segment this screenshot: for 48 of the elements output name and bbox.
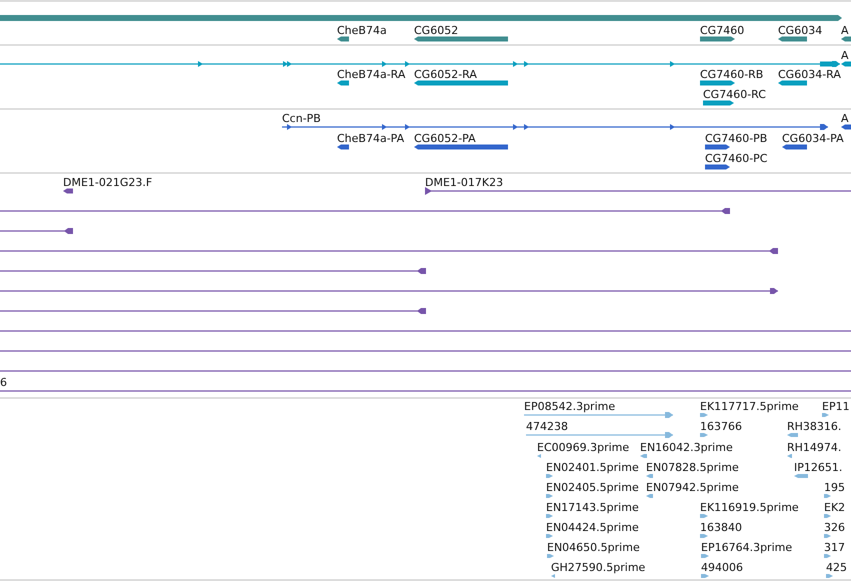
feature-label: RH14974. — [787, 441, 842, 454]
feature-label: 474238 — [526, 420, 568, 433]
feature-label: CG7460-PB — [705, 132, 768, 145]
feature-label: CG6034-PA — [782, 132, 844, 145]
feature-label: EK2 — [824, 501, 846, 514]
feature-label: EN07828.5prime — [646, 461, 739, 474]
feature-label: 317 — [824, 541, 845, 554]
feature-label: 494006 — [701, 561, 743, 574]
feature-label: DME1-021G23.F — [63, 176, 152, 189]
feature-label: EN04424.5prime — [546, 521, 639, 534]
feature-label: GH27590.5prime — [551, 561, 646, 574]
feature-label: CG6034-RA — [778, 68, 841, 81]
feature-label: A — [841, 112, 849, 125]
feature-label: 163840 — [700, 521, 742, 534]
feature-label: CheB74a — [337, 24, 387, 37]
feature-label: 425 — [826, 561, 847, 574]
feature-label: A — [841, 49, 849, 62]
feature-label: CG7460-PC — [705, 152, 768, 165]
feature-label: EN17143.5prime — [546, 501, 639, 514]
feature-label: IP12651. — [794, 461, 842, 474]
feature-label: CG7460 — [700, 24, 744, 37]
feature-label: CG6052-RA — [414, 68, 477, 81]
feature-label: CG6034 — [778, 24, 822, 37]
feature-label: EK117717.5prime — [700, 400, 799, 413]
feature-label: CG7460-RB — [700, 68, 764, 81]
feature-label: EN07942.5prime — [646, 481, 739, 494]
feature-label: EC00969.3prime — [537, 441, 630, 454]
feature-label: 195 — [824, 481, 845, 494]
feature-label: EN16042.3prime — [640, 441, 733, 454]
feature-label: EK116919.5prime — [700, 501, 799, 514]
feature-label: 326 — [824, 521, 845, 534]
feature-label: EN02405.5prime — [546, 481, 639, 494]
feature-label: CG6052-PA — [414, 132, 476, 145]
feature-label: CG6052 — [414, 24, 458, 37]
feature-label: EP11 — [822, 400, 850, 413]
feature-label: EP08542.3prime — [524, 400, 616, 413]
feature-label: RH38316. — [787, 420, 842, 433]
feature-label: EN02401.5prime — [546, 461, 639, 474]
feature-label: EN04650.5prime — [547, 541, 640, 554]
feature-label: 163766 — [700, 420, 742, 433]
feature-label: CG7460-RC — [703, 88, 766, 101]
feature-label: CheB74a-RA — [337, 68, 406, 81]
feature-label: A — [841, 24, 849, 37]
feature-label: Ccn-PB — [282, 112, 321, 125]
feature-label: 6 — [0, 376, 7, 389]
feature-label: EP16764.3prime — [701, 541, 792, 554]
feature-label: CheB74a-PA — [337, 132, 404, 145]
feature-label: DME1-017K23 — [425, 176, 504, 189]
